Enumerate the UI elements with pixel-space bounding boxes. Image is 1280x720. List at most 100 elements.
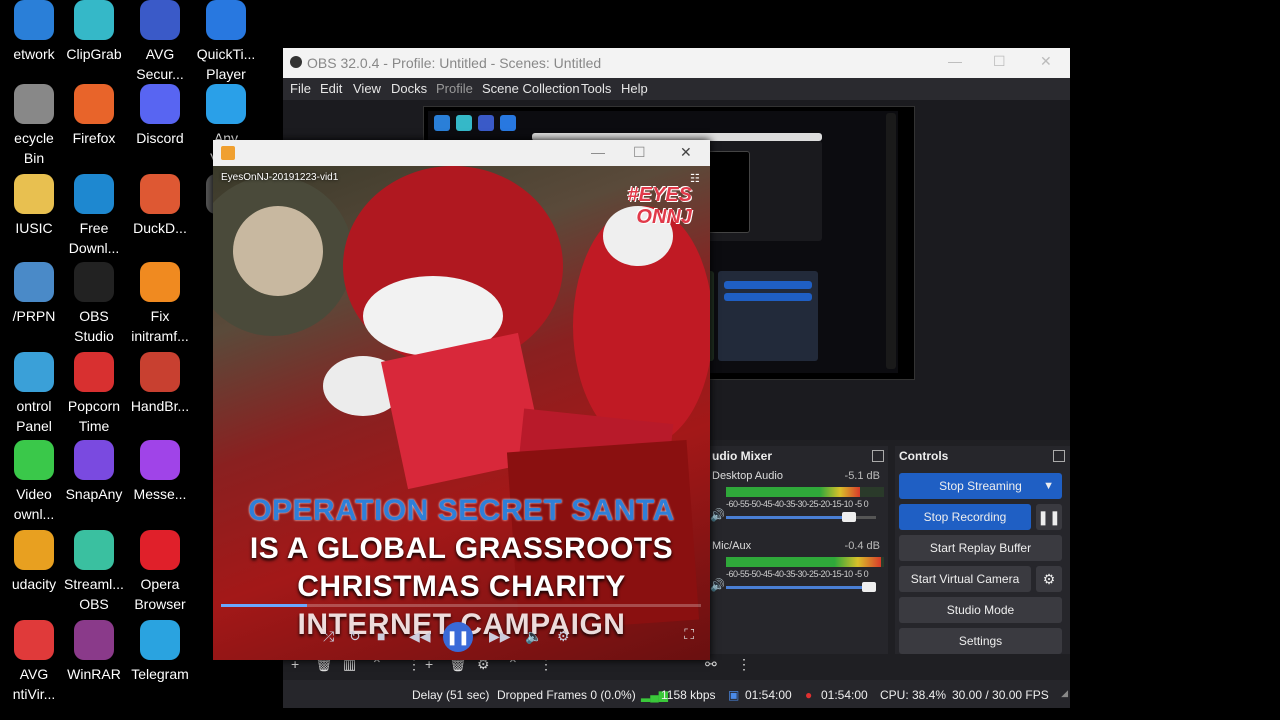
undock-icon[interactable] [1053, 450, 1065, 462]
start-replay-buffer-button[interactable]: Start Replay Buffer [899, 535, 1062, 561]
channel-name: Mic/Aux [712, 540, 752, 552]
vlc-icon [140, 262, 180, 302]
menu-help[interactable]: Help [621, 81, 648, 96]
menu-profile[interactable]: Profile [436, 81, 473, 96]
stop-streaming-label: Stop Streaming [939, 479, 1022, 493]
desktop-shortcut[interactable]: HandBr... [120, 352, 200, 416]
desktop-shortcut[interactable]: Fix initramf... [120, 262, 200, 346]
transport-controls: ⤮ ↻ ■ ◀◀ ❚❚ ▶▶ 🔈 ⚙ [313, 622, 623, 652]
audio-mixer-dock: udio Mixer Desktop Audio -5.1 dB -60-55-… [708, 446, 888, 656]
chevron-down-icon[interactable]: ▼ [1043, 473, 1054, 499]
menu-tools[interactable]: Tools [581, 81, 611, 96]
volume-meter [726, 487, 884, 497]
more-transition-icon[interactable]: ⋮ [737, 656, 751, 673]
mini-toolbar [886, 113, 896, 369]
desktop-shortcut-label: Fix initramf... [131, 308, 189, 344]
obs-menubar: File Edit View Docks Profile Scene Colle… [283, 78, 1070, 100]
stop-recording-button[interactable]: Stop Recording [899, 504, 1031, 530]
avg-secure-icon [140, 0, 180, 40]
control-panel-icon [14, 352, 54, 392]
volume-slider-fill [726, 516, 849, 519]
shuffle-icon[interactable]: ⤮ [323, 628, 334, 645]
next-icon[interactable]: ▶▶ [489, 628, 511, 645]
clipgrab-icon [74, 0, 114, 40]
player-titlebar[interactable]: — ☐ ✕ [213, 140, 710, 166]
obs-window-title: OBS 32.0.4 - Profile: Untitled - Scenes:… [307, 55, 602, 71]
free-download-icon [74, 174, 114, 214]
mini-button [724, 281, 812, 289]
stream-icon: ▣ [728, 688, 740, 702]
video-player-window: — ☐ ✕ EyesOnNJ-20191223-vid1 ☷ #EYES ONN… [213, 140, 710, 660]
stop-streaming-button[interactable]: Stop Streaming ▼ [899, 473, 1062, 499]
gear-icon[interactable]: ⚙ [1036, 566, 1062, 592]
minimize-icon[interactable]: — [591, 144, 605, 160]
video-frame[interactable]: EyesOnNJ-20191223-vid1 ☷ #EYES ONNJ OPER… [213, 166, 710, 660]
menu-docks[interactable]: Docks [391, 81, 427, 96]
fullscreen-icon[interactable]: ⛶ [684, 626, 694, 643]
volume-meter-fill [726, 557, 881, 567]
desktop-shortcut[interactable]: Messe... [120, 440, 200, 504]
maximize-icon[interactable]: ☐ [993, 53, 1006, 70]
mini-icon [456, 115, 472, 131]
volume-slider-knob[interactable] [861, 582, 876, 592]
volume-slider[interactable] [726, 582, 876, 592]
undock-icon[interactable] [872, 450, 884, 462]
file-icon [14, 262, 54, 302]
menu-scene-collection[interactable]: Scene Collection [482, 81, 580, 96]
settings-icon[interactable]: ⚙ [557, 628, 570, 645]
pause-recording-icon[interactable]: ❚❚ [1036, 504, 1062, 530]
opera-icon [140, 530, 180, 570]
desktop-shortcut-label: HandBr... [130, 398, 190, 414]
stop-recording-label: Stop Recording [923, 510, 1007, 524]
discord-icon [140, 84, 180, 124]
volume-slider[interactable] [726, 512, 876, 522]
telegram-icon [140, 620, 180, 660]
controls-dock: Controls Stop Streaming ▼ Stop Recording… [895, 446, 1070, 656]
pause-button[interactable]: ❚❚ [443, 622, 473, 652]
speaker-icon[interactable]: 🔊 [710, 578, 725, 592]
popcorn-icon [74, 352, 114, 392]
desktop-shortcut[interactable]: QuickTi... Player [186, 0, 266, 84]
previous-icon[interactable]: ◀◀ [409, 628, 431, 645]
repeat-icon[interactable]: ↻ [349, 628, 361, 645]
minimize-icon[interactable]: — [948, 53, 962, 69]
record-icon: ● [805, 688, 813, 702]
cpu-status: CPU: 38.4% [880, 688, 947, 702]
avg-antivirus-icon [14, 620, 54, 660]
stop-icon[interactable]: ■ [377, 628, 385, 644]
playlist-icon[interactable]: ☷ [690, 172, 702, 185]
settings-button[interactable]: Settings [899, 628, 1062, 654]
menu-view[interactable]: View [353, 81, 381, 96]
speaker-icon[interactable]: 🔊 [710, 508, 725, 522]
menu-edit[interactable]: Edit [320, 81, 342, 96]
volume-icon[interactable]: 🔈 [525, 628, 542, 645]
seek-bar[interactable] [221, 604, 701, 607]
close-icon[interactable]: ✕ [1040, 53, 1052, 70]
start-virtual-camera-button[interactable]: Start Virtual Camera [899, 566, 1031, 592]
handbrake-icon [140, 352, 180, 392]
controls-title: Controls [899, 449, 949, 463]
studio-mode-button[interactable]: Studio Mode [899, 597, 1062, 623]
maximize-icon[interactable]: ☐ [633, 144, 646, 161]
volume-slider-knob[interactable] [842, 512, 856, 522]
resize-grip-icon[interactable]: ◢ [1061, 688, 1068, 706]
streamlabs-icon [74, 530, 114, 570]
desktop-shortcut[interactable]: Opera Browser [120, 530, 200, 614]
brand-line2: ONNJ [636, 206, 692, 228]
record-time: 01:54:00 [821, 688, 868, 702]
quicktime-icon [206, 0, 246, 40]
stream-time: 01:54:00 [745, 688, 792, 702]
mini-button [724, 293, 812, 301]
obs-icon [74, 262, 114, 302]
obs-logo-icon [290, 56, 302, 68]
snapany-icon [74, 440, 114, 480]
fps-status: 30.00 / 30.00 FPS [952, 688, 1049, 702]
channel-db: -0.4 dB [844, 540, 880, 552]
obs-titlebar[interactable]: OBS 32.0.4 - Profile: Untitled - Scenes:… [283, 48, 1070, 78]
dropped-frames-status: Dropped Frames 0 (0.0%) [497, 688, 636, 702]
desktop-shortcut-label: Telegram [131, 666, 189, 682]
duckduckgo-icon [140, 174, 180, 214]
close-icon[interactable]: ✕ [680, 144, 692, 161]
desktop-shortcut[interactable]: Telegram [120, 620, 200, 684]
menu-file[interactable]: File [290, 81, 311, 96]
